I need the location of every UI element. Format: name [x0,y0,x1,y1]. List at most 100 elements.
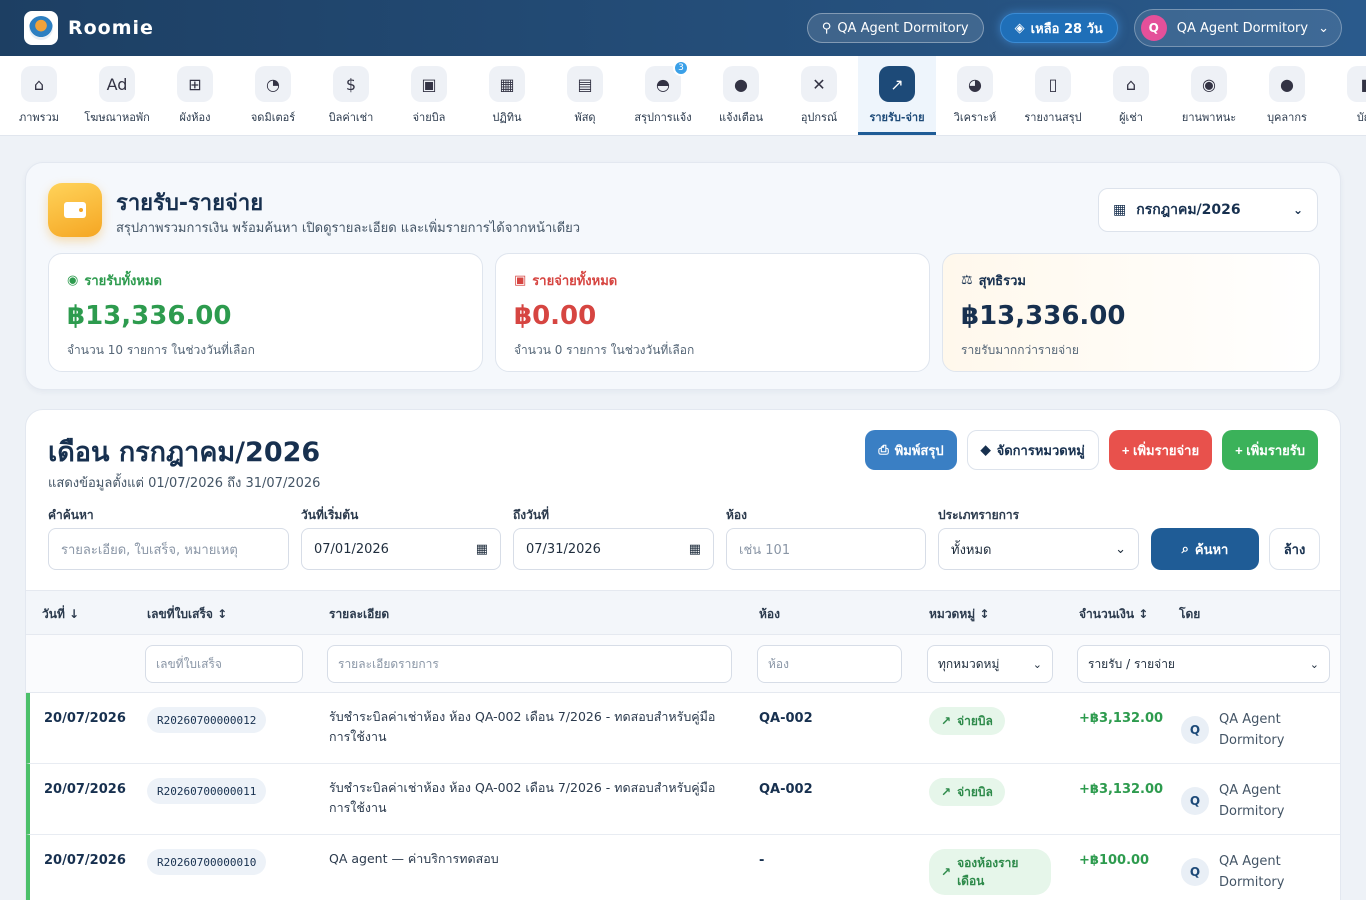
nav-item-7[interactable]: ▤ พัสดุ [546,56,624,135]
row-amount: +฿3,132.00 [1079,782,1164,797]
col-by: โดย [1179,607,1201,621]
net-label: สุทธิรวม [978,274,1026,289]
logo-mark [29,16,53,40]
receipt-badge[interactable]: R20260700000011 [147,778,267,804]
col-receipt[interactable]: เลขที่ใบเสร็จ ↕ [147,605,227,624]
nav-icon: ◉ [1191,66,1227,102]
nav-item-11[interactable]: ↗ รายรับ-จ่าย [858,56,936,135]
printer-icon: ⎙ [878,442,889,457]
table-row[interactable]: 20/07/2026 R20260700000010 QA agent — ค่าบ… [26,835,1340,900]
nav-item-16[interactable]: ● บุคลากร [1248,56,1326,135]
receipt-badge[interactable]: R20260700000010 [147,849,267,875]
user-menu[interactable]: Q QA Agent Dormitory ⌄ [1133,9,1342,47]
month-select[interactable]: ▦ กรกฎาคม/2026 ⌄ [1098,188,1318,232]
search-button[interactable]: ⌕ ค้นหา [1151,528,1259,570]
nav-item-4[interactable]: $ บิลค่าเช่า [312,56,390,135]
add-income-button[interactable]: + เพิ่มรายรับ [1222,430,1318,470]
row-by: Q QA Agent Dormitory [1181,709,1309,751]
nav-item-9[interactable]: ● แจ้งเตือน [702,56,780,135]
net-stat: ⚖ สุทธิรวม ฿13,336.00 รายรับมากกว่ารายจ่า… [942,253,1320,372]
room-filter-input[interactable]: ห้อง [757,645,902,683]
print-summary-button[interactable]: ⎙ พิมพ์สรุป [865,430,957,470]
user-name: QA Agent Dormitory [1176,20,1309,36]
nav-item-0[interactable]: ⌂ ภาพรวม [0,56,78,135]
nav-item-5[interactable]: ▣ จ่ายบิล [390,56,468,135]
trend-up-icon: ↗ [941,714,952,728]
nav-icon: ◔ [255,66,291,102]
type-label: ประเภทรายการ [938,508,1020,522]
page-subtitle: สรุปภาพรวมการเงิน พร้อมค้นหา เปิดดูรายละ… [116,221,581,236]
nav-icon: ⊞ [177,66,213,102]
receipt-filter-input[interactable]: เลขที่ใบเสร็จ [145,645,303,683]
nav-label: รายงานสรุป [1024,111,1082,124]
type-select[interactable]: ทั้งหมด ⌄ [938,528,1139,570]
nav-item-10[interactable]: ✕ อุปกรณ์ [780,56,858,135]
receipt-badge[interactable]: R20260700000012 [147,707,267,733]
category-badge: ↗ จองห้องรายเดือน [929,849,1051,895]
type-filter-value: รายรับ / รายจ่าย [1088,656,1175,671]
nav-label: โฆษณาหอพัก [84,111,150,124]
clear-button[interactable]: ล้าง [1269,528,1320,570]
col-detail: รายละเอียด [329,607,390,621]
category-filter-select[interactable]: ทุกหมวดหมู่ ⌄ [927,645,1053,683]
expense-label: รายจ่ายทั้งหมด [532,274,618,289]
nav-item-17[interactable]: ▮ บัญ [1326,56,1366,135]
category-badge: ↗ จ่ายบิล [929,707,1005,735]
nav-item-15[interactable]: ◉ ยานพาหนะ [1170,56,1248,135]
nav-icon: ● [723,66,759,102]
nav-label: บุคลากร [1267,111,1307,124]
nav-item-6[interactable]: ▦ ปฏิทิน [468,56,546,135]
nav-label: ปฏิทิน [492,111,522,124]
col-category[interactable]: หมวดหมู่ ↕ [929,605,989,624]
subscription-days-pill[interactable]: ◈ เหลือ 28 วัน [999,13,1118,43]
keyword-input[interactable]: รายละเอียด, ใบเสร็จ, หมายเหตุ [48,528,289,570]
dormitory-pill[interactable]: ⚲ QA Agent Dormitory [806,13,984,43]
module-nav: ⌂ ภาพรวม Ad โฆษณาหอพัก ⊞ ผังห้อง ◔ จดมิเตอร์ $ บิ… [0,56,1366,136]
app-logo[interactable] [24,11,58,45]
row-date: 20/07/2026 [44,782,126,797]
table-row[interactable]: 20/07/2026 R20260700000012 รับชำระบิลค่าเช… [26,693,1340,764]
nav-icon: ▣ [411,66,447,102]
nav-icon: ⌂ [21,66,57,102]
top-header: Roomie ⚲ QA Agent Dormitory ◈ เหลือ 28 ว… [0,0,1366,56]
search-label: ค้นหา [1194,541,1229,557]
nav-label: จดมิเตอร์ [250,111,296,124]
nav-label: รายรับ-จ่าย [869,111,925,124]
summary-card: รายรับ-รายจ่าย สรุปภาพรวมการเงิน พร้อมค้… [25,162,1341,390]
type-filter-select[interactable]: รายรับ / รายจ่าย ⌄ [1077,645,1330,683]
chevron-down-icon: ⌄ [1032,657,1042,671]
nav-item-14[interactable]: ⌂ ผู้เช่า [1092,56,1170,135]
income-note: จำนวน 10 รายการ ในช่วงวันที่เลือก [67,343,255,357]
row-room: QA-002 [759,711,813,726]
invoice-icon: ▣ [514,273,527,288]
income-stat: ◉ รายรับทั้งหมด ฿13,336.00 จำนวน 10 รายกา… [48,253,483,372]
days-left: เหลือ 28 วัน [1030,21,1103,37]
nav-item-1[interactable]: Ad โฆษณาหอพัก [78,56,156,135]
nav-item-2[interactable]: ⊞ ผังห้อง [156,56,234,135]
nav-item-8[interactable]: ◓ 3 สรุปการแจ้ง [624,56,702,135]
app-name: Roomie [68,17,154,39]
calendar-icon[interactable]: ▦ [689,542,701,557]
nav-label: ยานพาหนะ [1181,111,1237,124]
start-date-input[interactable]: 07/01/2026 ▦ [301,528,501,570]
table-row[interactable]: 20/07/2026 R20260700000011 รับชำระบิลค่าเช… [26,764,1340,835]
col-date[interactable]: วันที่ ↓ [42,605,79,624]
end-date-input[interactable]: 07/31/2026 ▦ [513,528,714,570]
month-value: กรกฎาคม/2026 [1136,202,1241,218]
shield-icon: ◈ [1014,20,1025,36]
nav-icon: ▮ [1347,66,1366,102]
detail-filter-input[interactable]: รายละเอียดรายการ [327,645,732,683]
room-input[interactable]: เช่น 101 [726,528,926,570]
manage-categories-button[interactable]: ◆ จัดการหมวดหมู่ [966,430,1099,470]
nav-item-12[interactable]: ◕ วิเคราะห์ [936,56,1014,135]
col-amount[interactable]: จำนวนเงิน ↕ [1079,605,1148,624]
nav-item-13[interactable]: ▯ รายงานสรุป [1014,56,1092,135]
calendar-icon[interactable]: ▦ [476,542,488,557]
nav-item-3[interactable]: ◔ จดมิเตอร์ [234,56,312,135]
add-expense-button[interactable]: + เพิ่มรายจ่าย [1108,430,1213,470]
trend-up-icon: ↗ [941,865,952,879]
month-heading: เดือน กรกฎาคม/2026 [48,437,321,468]
column-filter-row: เลขที่ใบเสร็จ รายละเอียดรายการ ห้อง ทุกห… [26,635,1340,693]
nav-label: บิลค่าเช่า [328,111,374,124]
nav-label: พัสดุ [574,111,596,124]
